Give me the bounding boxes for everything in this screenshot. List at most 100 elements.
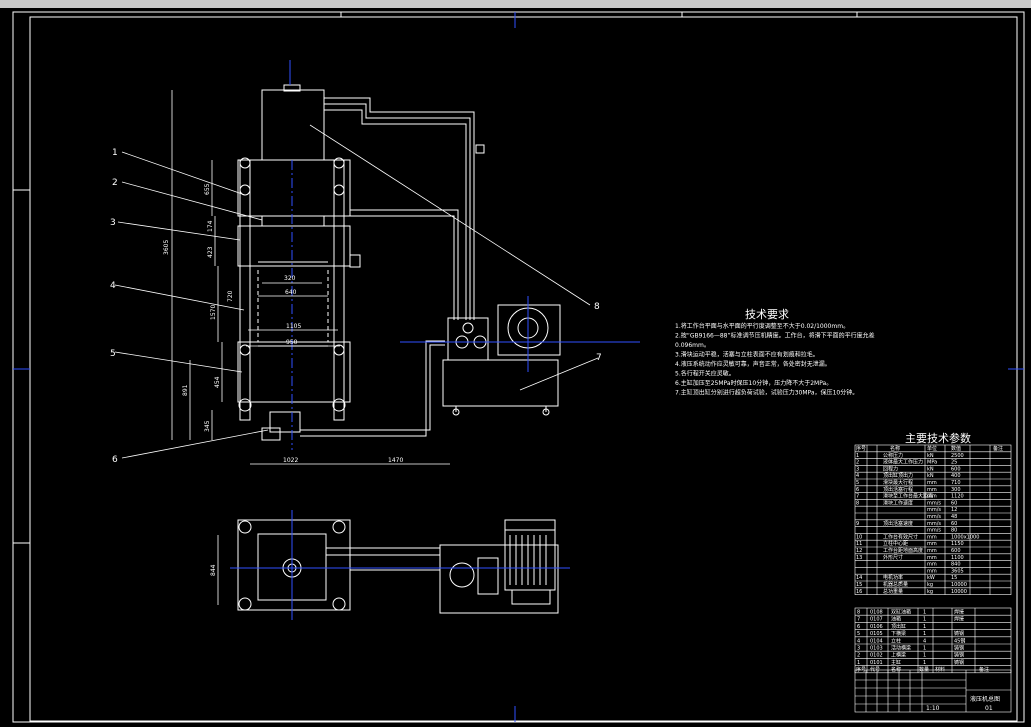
- params-cell: 回程力: [883, 465, 898, 472]
- params-cell: mm: [927, 555, 937, 561]
- parts-header-cell: 序号: [856, 666, 866, 673]
- tech-line: 4.液压系统动作应灵敏可靠，声音正常，各处密封无泄漏。: [675, 360, 831, 368]
- parts-cell: 2: [857, 653, 860, 659]
- parts-cell: 双缸油箱: [891, 609, 911, 616]
- params-cell: mm: [927, 562, 937, 568]
- params-cell: kg: [927, 582, 933, 588]
- params-cell: 300: [951, 487, 961, 493]
- piping: [300, 97, 485, 437]
- params-cell: 工作台有效尺寸: [883, 533, 918, 540]
- params-cell: 15: [951, 575, 957, 581]
- params-cell: 16: [856, 589, 862, 595]
- params-header-cell: 数值: [951, 445, 961, 452]
- dim-w3: 1105: [286, 323, 301, 330]
- params-cell: 公称压力: [883, 452, 903, 459]
- params-cell: mm/s: [927, 521, 941, 527]
- params-cell: 8: [856, 500, 859, 506]
- tech-line: 0.096mm。: [675, 342, 710, 349]
- parts-list: 8 0108 双缸油箱 1 焊接 7 0107 油箱 1 焊接 6 0106 顶出缸 1 5 0105 下横梁 1…: [854, 607, 1012, 674]
- dimension-lines: [171, 90, 450, 605]
- params-cell: 48: [951, 514, 957, 520]
- params-header-cell: 备注: [993, 445, 1003, 452]
- params-cell: mm: [927, 487, 937, 493]
- parts-cell: 立柱: [891, 637, 901, 644]
- parts-cell: 8: [857, 610, 860, 616]
- tech-line: 2.按“GB9166—88”标准调节压机精度。工作台，将滑下平面的平行度允差: [675, 332, 875, 340]
- params-cell: 12: [951, 507, 957, 513]
- params-cell: 立柱中心距: [883, 540, 908, 547]
- leader-6: 6: [112, 455, 118, 465]
- technical-requirements: 技术要求 1.将工作台平面与水平面的平行度调整至不大于0.02/1000mm。 2…: [675, 308, 875, 397]
- params-cell: 滑块至工作台最大距离: [883, 493, 933, 500]
- dim-w2: 640: [285, 289, 297, 296]
- leader-7: 7: [596, 353, 602, 363]
- params-cell: 60: [951, 521, 957, 527]
- parts-cell: 上横梁: [891, 652, 906, 659]
- leader-3: 3: [110, 218, 116, 228]
- params-cell: 9: [856, 521, 859, 527]
- params-cell: 15: [856, 582, 862, 588]
- params-cell: 10000: [951, 582, 967, 588]
- parts-cell: 下横梁: [891, 630, 906, 637]
- tech-line: 3.滑块运动平稳，活塞与立柱表面不应有划痕和拉毛。: [675, 351, 819, 359]
- parts-cell: 0107: [870, 617, 883, 623]
- parts-cell: 1: [923, 646, 926, 652]
- parts-cell: 0106: [870, 624, 883, 630]
- parts-cell: 0104: [870, 638, 883, 644]
- parts-cell: 3: [857, 646, 860, 652]
- params-cell: 工作台距地面高度: [883, 547, 923, 554]
- parts-cell: 1: [923, 624, 926, 630]
- parts-cell: 油箱: [891, 616, 901, 623]
- params-cell: 1150: [951, 541, 964, 547]
- params-header-cell: 单位: [927, 445, 937, 452]
- cad-drawing[interactable]: 3605 655 174 423 1570 720 454 891 345 32…: [0, 0, 1031, 727]
- tech-line: 7.主缸顶出缸分别进行超负荷试验，试验压力30MPa，保压10分钟。: [675, 389, 858, 397]
- parts-cell: 0108: [870, 610, 883, 616]
- press-plan-view: [230, 510, 570, 620]
- params-cell: 1120: [951, 494, 964, 500]
- params-cell: 10000: [951, 589, 967, 595]
- params-cell: 机器总质量: [883, 581, 908, 588]
- params-cell: mm/s: [927, 500, 941, 506]
- parts-cell: 铸钢: [954, 630, 964, 637]
- params-heading: 主要技术参数: [905, 431, 971, 445]
- params-cell: 2: [856, 460, 859, 466]
- parts-cell: 6: [857, 624, 860, 630]
- params-cell: 710: [951, 480, 961, 486]
- params-cell: 1100: [951, 555, 964, 561]
- params-cell: mm: [927, 541, 937, 547]
- params-cell: mm: [927, 568, 937, 574]
- parts-cell: 焊接: [954, 609, 964, 616]
- params-cell: 顶出活塞速度: [883, 520, 913, 527]
- tech-line: 5.各行程开关应灵敏。: [675, 370, 735, 378]
- parts-cell: 1: [857, 660, 860, 666]
- parts-cell: 1: [923, 660, 926, 666]
- params-cell: mm/s: [927, 528, 941, 534]
- params-cell: MPa: [927, 460, 937, 466]
- params-cell: mm: [927, 548, 937, 554]
- params-cell: 400: [951, 473, 961, 479]
- params-cell: kN: [927, 453, 934, 459]
- params-cell: 600: [951, 466, 961, 472]
- tech-line: 1.将工作台平面与水平面的平行度调整至不大于0.02/1000mm。: [675, 322, 849, 330]
- params-cell: mm: [927, 480, 937, 486]
- cad-canvas[interactable]: 3605 655 174 423 1570 720 454 891 345 32…: [0, 0, 1031, 727]
- leader-1: 1: [112, 148, 118, 158]
- params-cell: 600: [951, 548, 961, 554]
- parts-cell: 4: [923, 638, 926, 644]
- leader-2: 2: [112, 178, 118, 188]
- params-table: 主要技术参数 序号 名称 单位 数值 备注 1 公称压力 kN 2500 2 液体最大工作压力 MPa…: [854, 431, 1012, 595]
- parts-cell: 5: [857, 631, 860, 637]
- parts-cell: 1: [923, 653, 926, 659]
- dim-d8: 345: [204, 420, 211, 432]
- dim-w4: 950: [286, 339, 298, 346]
- params-cell: mm/s: [927, 514, 941, 520]
- params-cell: 13: [856, 555, 862, 561]
- params-cell: kW: [927, 575, 935, 581]
- parts-header-cell: 备注: [979, 666, 989, 673]
- leader-8: 8: [594, 302, 600, 312]
- parts-cell: 顶出缸: [891, 623, 906, 630]
- dim-total-height: 3605: [163, 240, 170, 255]
- parts-header-cell: 材料: [935, 666, 945, 673]
- params-cell: 5: [856, 480, 859, 486]
